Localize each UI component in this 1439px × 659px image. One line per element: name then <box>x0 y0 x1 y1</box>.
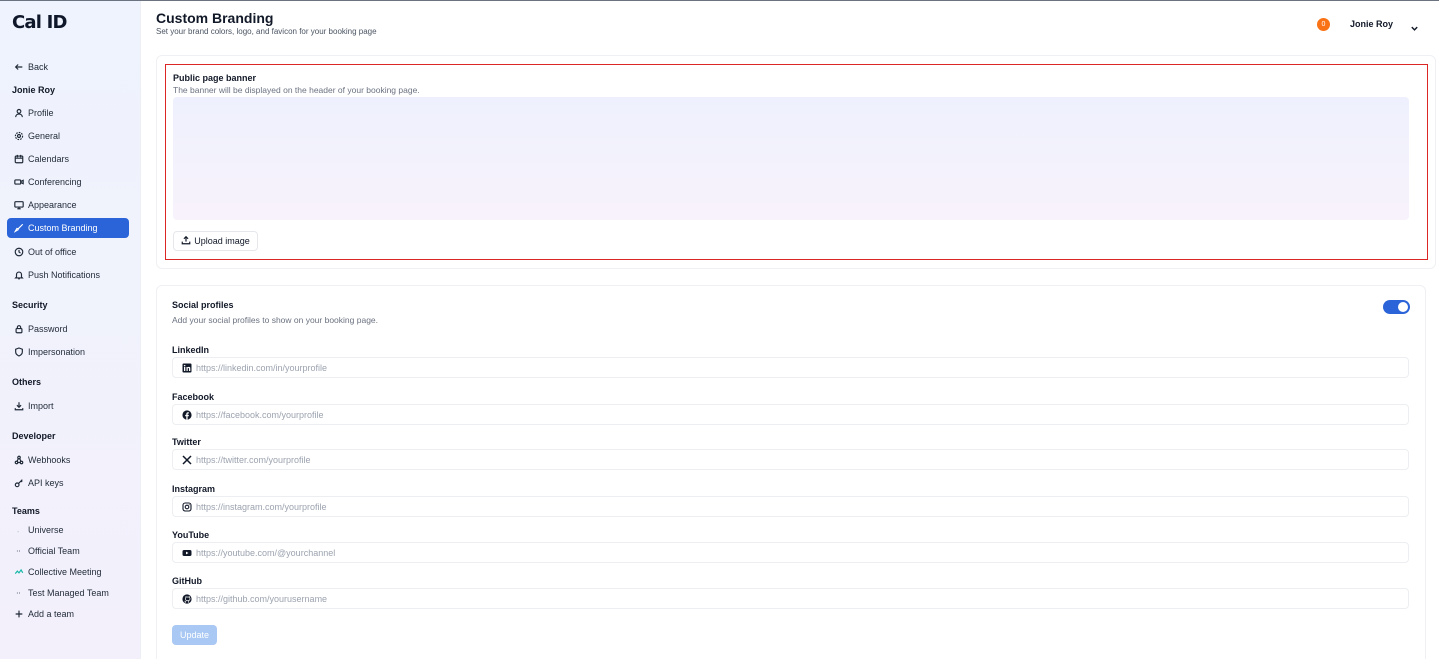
github-icon <box>181 593 192 604</box>
gear-icon <box>13 130 25 142</box>
youtube-field-wrapper <box>172 542 1409 563</box>
team-avatar-icon <box>13 587 25 599</box>
instagram-label: Instagram <box>172 484 216 494</box>
twitter-label: Twitter <box>172 437 201 447</box>
webhook-icon <box>13 454 25 466</box>
chevron-down-icon[interactable] <box>1410 20 1419 31</box>
sidebar-item-team-test-managed[interactable]: Test Managed Team <box>7 583 129 603</box>
upload-image-button[interactable]: Upload image <box>173 231 258 251</box>
clock-icon <box>13 246 25 258</box>
sidebar-item-out-of-office[interactable]: Out of office <box>7 242 129 262</box>
key-icon <box>13 477 25 489</box>
sidebar-item-team-collective-meeting[interactable]: Collective Meeting <box>7 562 129 582</box>
instagram-icon <box>181 501 192 512</box>
user-name: Jonie Roy <box>1350 19 1394 29</box>
sidebar-heading-developer: Developer <box>12 431 56 441</box>
user-menu[interactable]: 0 Jonie Roy <box>1317 17 1419 31</box>
instagram-input[interactable] <box>196 501 1408 512</box>
sidebar-item-appearance[interactable]: Appearance <box>7 195 129 215</box>
sidebar-item-team-official[interactable]: Official Team <box>7 541 129 561</box>
banner-preview[interactable] <box>173 97 1409 220</box>
sidebar-user-name: Jonie Roy <box>12 85 56 95</box>
team-avatar-icon <box>13 545 25 557</box>
team-avatar-icon <box>13 566 25 578</box>
sidebar-item-password[interactable]: Password <box>7 319 129 339</box>
sidebar: Cal ID Back Jonie Roy Profile General Ca… <box>0 1 141 659</box>
x-twitter-icon <box>181 454 192 465</box>
facebook-field-wrapper <box>172 404 1409 425</box>
social-profiles-description: Add your social profiles to show on your… <box>172 315 379 325</box>
youtube-input[interactable] <box>196 547 1408 558</box>
linkedin-label: LinkedIn <box>172 345 210 355</box>
linkedin-icon <box>181 362 192 373</box>
toggle-knob <box>1398 302 1408 312</box>
twitter-input[interactable] <box>196 454 1408 465</box>
sidebar-item-api-keys[interactable]: API keys <box>7 473 129 493</box>
linkedin-field-wrapper <box>172 357 1409 378</box>
facebook-label: Facebook <box>172 392 215 402</box>
sidebar-item-general[interactable]: General <box>7 126 129 146</box>
sidebar-item-team-universe[interactable]: Universe <box>7 520 129 540</box>
social-profiles-toggle[interactable] <box>1383 300 1410 314</box>
sidebar-item-custom-branding[interactable]: Custom Branding <box>7 218 129 238</box>
video-icon <box>13 176 25 188</box>
facebook-input[interactable] <box>196 409 1408 420</box>
user-icon <box>13 107 25 119</box>
calendar-icon <box>13 153 25 165</box>
team-avatar-icon <box>13 524 25 536</box>
arrow-left-icon <box>13 61 25 73</box>
sidebar-item-import[interactable]: Import <box>7 396 129 416</box>
page-title: Custom Branding <box>156 10 274 26</box>
sidebar-heading-teams: Teams <box>12 506 40 516</box>
github-input[interactable] <box>196 593 1408 604</box>
sidebar-item-impersonation[interactable]: Impersonation <box>7 342 129 362</box>
github-field-wrapper <box>172 588 1409 609</box>
sidebar-item-push-notifications[interactable]: Push Notifications <box>7 265 129 285</box>
banner-description: The banner will be displayed on the head… <box>173 85 420 95</box>
logo: Cal ID <box>12 12 67 33</box>
download-icon <box>13 400 25 412</box>
sidebar-item-calendars[interactable]: Calendars <box>7 149 129 169</box>
sidebar-item-conferencing[interactable]: Conferencing <box>7 172 129 192</box>
github-label: GitHub <box>172 576 202 586</box>
sidebar-heading-security: Security <box>12 300 48 310</box>
shield-icon <box>13 346 25 358</box>
update-button[interactable]: Update <box>172 625 217 645</box>
social-profiles-label: Social profiles <box>172 300 234 310</box>
monitor-icon <box>13 199 25 211</box>
youtube-icon <box>181 547 192 558</box>
brush-icon <box>13 222 25 234</box>
sidebar-item-webhooks[interactable]: Webhooks <box>7 450 129 470</box>
twitter-field-wrapper <box>172 449 1409 470</box>
sidebar-heading-others: Others <box>12 377 42 387</box>
page-subtitle: Set your brand colors, logo, and favicon… <box>156 27 377 36</box>
instagram-field-wrapper <box>172 496 1409 517</box>
plus-icon <box>13 608 25 620</box>
sidebar-item-profile[interactable]: Profile <box>7 103 129 123</box>
back-button[interactable]: Back <box>7 57 129 77</box>
bell-icon <box>13 269 25 281</box>
notification-badge[interactable]: 0 <box>1317 17 1330 31</box>
linkedin-input[interactable] <box>196 362 1408 373</box>
youtube-label: YouTube <box>172 530 210 540</box>
lock-icon <box>13 323 25 335</box>
upload-icon <box>181 235 191 247</box>
facebook-icon <box>181 409 192 420</box>
add-team-button[interactable]: Add a team <box>7 604 129 624</box>
banner-label: Public page banner <box>173 73 257 83</box>
